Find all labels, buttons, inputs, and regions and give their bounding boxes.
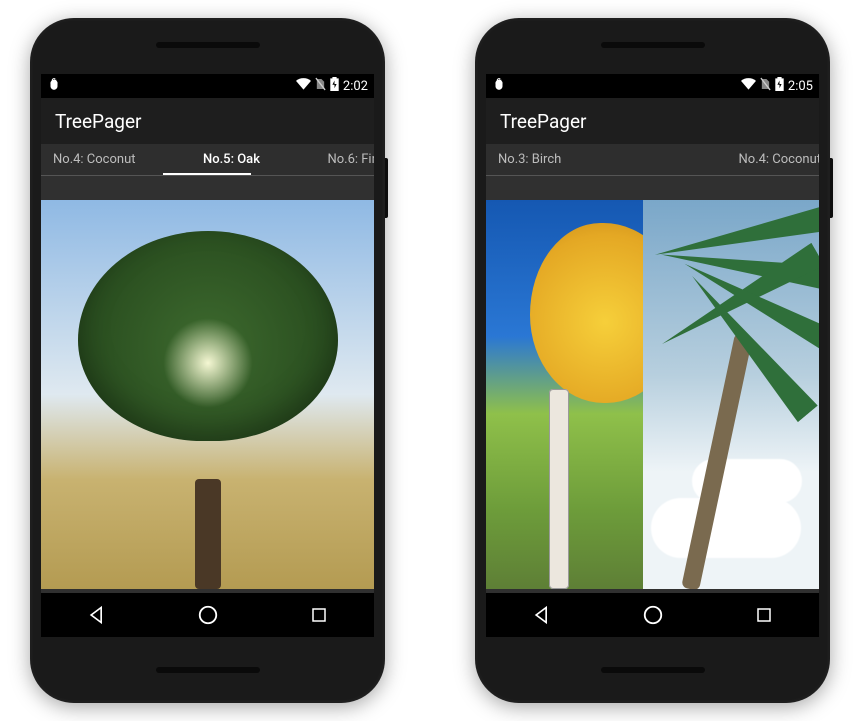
recents-button[interactable] [719, 606, 809, 624]
status-bar: 2:02 [41, 74, 374, 98]
tab-next[interactable]: No.6: Fir [313, 144, 374, 175]
app-title: TreePager [500, 110, 586, 133]
status-bar: 2:05 [486, 74, 819, 98]
tab-prev[interactable]: No.4: Coconut [41, 144, 150, 175]
battery-charging-icon [330, 77, 339, 95]
tab-strip[interactable]: No.4: Coconut No.5: Oak No.6: Fir [41, 144, 374, 176]
battery-charging-icon [775, 77, 784, 95]
app-title: TreePager [55, 110, 141, 133]
tab-next[interactable]: No.4: Coconut [725, 144, 820, 175]
tab-label: No.5: Oak [203, 152, 260, 167]
phone-left: 2:02 TreePager No.4: Coconut No.5: Oak N… [30, 18, 385, 703]
viewpager[interactable] [486, 176, 819, 637]
app-bar: TreePager [486, 98, 819, 144]
page-image-oak [41, 200, 374, 589]
power-button[interactable] [385, 158, 388, 218]
wifi-icon [296, 78, 311, 94]
app-bar: TreePager [41, 98, 374, 144]
status-clock: 2:02 [343, 79, 368, 94]
tab-current[interactable]: No.5: Oak [150, 144, 314, 175]
debug-icon [492, 77, 506, 95]
debug-icon [47, 77, 61, 95]
tab-label: No.4: Coconut [53, 152, 136, 167]
viewpager[interactable] [41, 176, 374, 637]
power-button[interactable] [830, 158, 833, 218]
page-image-coconut [643, 200, 819, 589]
screen: 2:05 TreePager No.3: Birch No.4: Coconut [486, 74, 819, 637]
back-button[interactable] [52, 605, 142, 625]
phone-right: 2:05 TreePager No.3: Birch No.4: Coconut [475, 18, 830, 703]
home-button[interactable] [608, 604, 698, 626]
screen: 2:02 TreePager No.4: Coconut No.5: Oak N… [41, 74, 374, 637]
no-sim-icon [315, 77, 326, 95]
home-button[interactable] [163, 604, 253, 626]
wifi-icon [741, 78, 756, 94]
earpiece-speaker [156, 42, 260, 48]
tab-label: No.6: Fir [327, 152, 374, 167]
page-image-birch [486, 200, 643, 589]
earpiece-speaker [601, 42, 705, 48]
navigation-bar [41, 593, 374, 637]
recents-button[interactable] [274, 606, 364, 624]
status-clock: 2:05 [788, 79, 813, 94]
tab-label: No.3: Birch [498, 152, 561, 167]
cloud [651, 498, 801, 558]
back-button[interactable] [497, 605, 587, 625]
tab-strip[interactable]: No.3: Birch No.4: Coconut [486, 144, 819, 176]
oak-trunk [195, 479, 221, 589]
bottom-speaker [601, 667, 705, 673]
sun-glare [163, 318, 253, 408]
no-sim-icon [760, 77, 771, 95]
navigation-bar [486, 593, 819, 637]
bottom-speaker [156, 667, 260, 673]
birch-trunk [549, 389, 569, 589]
tab-prev[interactable]: No.3: Birch [486, 144, 575, 175]
tab-label: No.4: Coconut [739, 152, 820, 167]
